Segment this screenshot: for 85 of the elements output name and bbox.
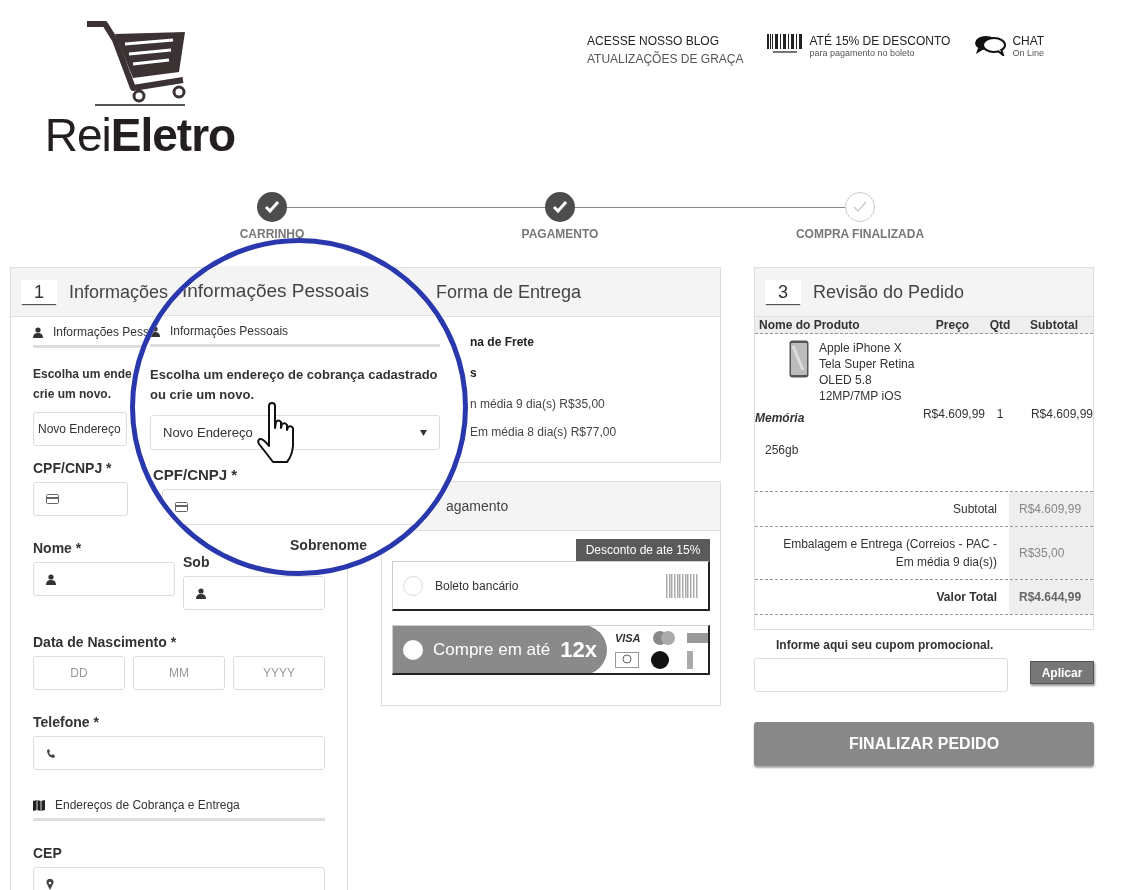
total-value: R$35,00	[1009, 527, 1093, 579]
link-subtitle: ATUALIZAÇÕES DE GRAÇA	[587, 52, 744, 66]
map-icon	[33, 799, 45, 811]
product-name: Apple iPhone X Tela Super Retina OLED 5.8 12MP/7MP iOS	[819, 340, 916, 404]
user-icon	[196, 587, 206, 599]
column-header: Qtd	[988, 318, 1012, 332]
step-number: 1	[21, 280, 57, 304]
barcode-icon	[767, 34, 804, 54]
column-header: Subtotal	[1029, 318, 1079, 332]
shipping-text: n média 9 dia(s) R$35,00	[470, 397, 605, 411]
panel-title: Forma de Entrega	[436, 281, 582, 303]
payment-option[interactable]: Compre em até 12x VISA	[392, 625, 710, 675]
total-label: Subtotal	[951, 501, 998, 518]
radio-button[interactable]	[403, 639, 423, 660]
credit-card-icon	[46, 494, 59, 504]
section-title: Informações Pessoais	[170, 324, 289, 338]
panel-title: Informações	[69, 281, 169, 303]
panel-title: agamento	[446, 498, 509, 514]
option-value: 256gb	[765, 442, 800, 458]
card-brand-icon	[686, 650, 693, 669]
finish-order-button[interactable]: FINALIZAR PEDIDO	[754, 722, 1094, 766]
user-icon	[46, 573, 56, 585]
field-label: CEP	[33, 845, 62, 861]
shipping-text: Em média 8 dia(s) R$77,00	[470, 425, 617, 439]
cpf-field[interactable]	[33, 482, 128, 516]
shipping-text: s	[470, 366, 477, 380]
shipping-text: na de Frete	[470, 335, 535, 349]
discount-badge: Desconto de ate 15%	[576, 539, 710, 561]
phone-field[interactable]	[33, 736, 325, 770]
user-icon	[33, 326, 43, 338]
field-label: CPF/CNPJ *	[153, 466, 238, 483]
card-brand-icon	[650, 630, 677, 645]
field-label: Telefone *	[33, 714, 99, 730]
phone-icon	[789, 340, 809, 378]
link-subtitle: para pagamento no boleto	[809, 48, 916, 58]
phone-icon	[46, 748, 55, 758]
field-label: Sob	[183, 554, 210, 570]
total-value: R$4.644,99	[1009, 580, 1093, 614]
address-select[interactable]: Novo Endereço	[33, 412, 127, 446]
link-subtitle: On Line	[1012, 48, 1045, 58]
section-title: Endereços de Cobrança e Entrega	[55, 798, 240, 812]
prompt-text: Escolha um endereço de cobrança cadastrado ou crie um novo.	[150, 366, 439, 404]
card-brand-icon	[686, 632, 708, 643]
link-title[interactable]: CHAT	[1012, 34, 1045, 48]
quantity-cell-text: 1	[995, 407, 1005, 421]
card-brand-icon	[614, 651, 639, 668]
coupon-field[interactable]	[754, 658, 1008, 692]
panel-title: Revisão do Pedido	[813, 281, 965, 303]
step-label: PAGAMENTO	[521, 227, 599, 241]
panel-title: Informações Pessoais	[182, 279, 369, 302]
link-title[interactable]: ATÉ 15% DE DESCONTO	[809, 34, 951, 48]
price-cell-text: R$4.609,99	[921, 407, 985, 421]
column-header: Preço	[934, 318, 971, 332]
address-select[interactable]: Novo Endereço	[150, 415, 440, 450]
step-number: 3	[765, 280, 801, 304]
total-label: Valor Total	[935, 589, 998, 606]
apply-button[interactable]: Aplicar	[1030, 661, 1094, 684]
user-icon	[150, 325, 160, 337]
name-field[interactable]	[33, 562, 175, 596]
barcode-icon	[666, 573, 698, 598]
credit-card-icon	[175, 502, 188, 512]
payment-option[interactable]: Boleto bancário	[392, 561, 710, 611]
radio-button[interactable]	[403, 575, 423, 596]
surname-field[interactable]	[183, 576, 325, 610]
total-value: R$4.609,99	[1009, 492, 1093, 526]
field-label: Nome *	[33, 540, 82, 556]
link-title[interactable]: ACESSE NOSSO BLOG	[587, 34, 744, 48]
logo-wordmark[interactable]: ReiEletro	[44, 112, 236, 158]
subtotal-cell-text: R$4.609,99	[1029, 407, 1093, 421]
card-brand: VISA	[614, 631, 641, 644]
speech-bubbles-icon	[974, 34, 1007, 56]
option-label: Memória	[755, 410, 806, 426]
prompt-text: Escolha um ende	[33, 366, 132, 383]
field-label: CPF/CNPJ *	[33, 460, 112, 476]
coupon-label: Informe aqui seu cupom promocional.	[776, 638, 995, 652]
field-label: Data de Nascimento *	[33, 634, 177, 650]
column-header: Nome do Produto	[758, 318, 861, 332]
dropdown-caret-icon	[420, 429, 427, 436]
total-label: Embalagem e Entrega (Correios - PAC - Em média 9 dia(s))	[782, 536, 998, 571]
step-label: COMPRA FINALIZADA	[795, 227, 925, 241]
location-pin-icon	[46, 878, 54, 890]
field-label: Sobrenome	[290, 537, 367, 553]
card-brand-icon	[650, 650, 669, 669]
prompt-text: crie um novo.	[33, 386, 112, 403]
step-label: CARRINHO	[239, 227, 305, 241]
